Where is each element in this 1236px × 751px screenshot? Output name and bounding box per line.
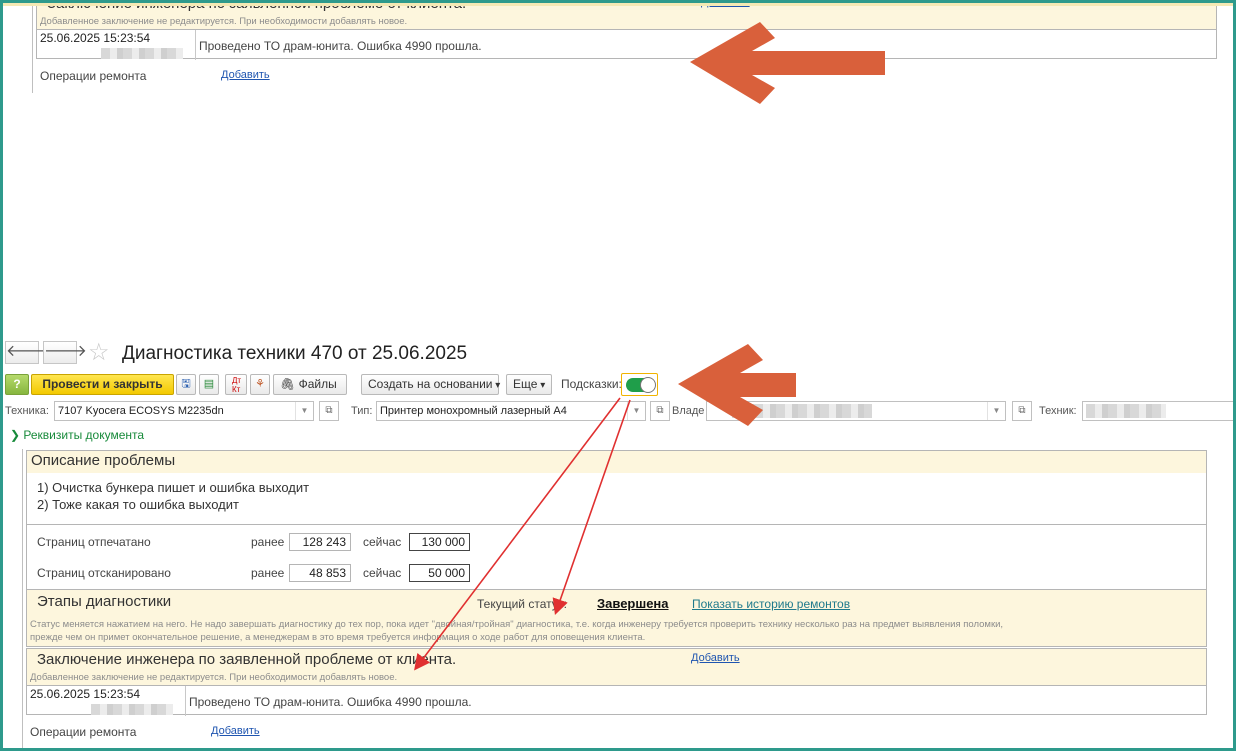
scanned-label: Страниц отсканировано — [37, 566, 171, 580]
printed-now-field[interactable]: 130 000 — [409, 533, 470, 551]
entry-divider — [185, 686, 186, 716]
problem-line-2: 2) Тоже какая то ошибка выходит — [37, 497, 239, 512]
status-hint-line-2: прежде чем он примет окончательное решен… — [30, 632, 646, 643]
redacted-author — [91, 704, 173, 715]
divider — [27, 524, 1206, 525]
open-tech-button[interactable]: ⧉ — [319, 401, 339, 421]
post-and-close-button[interactable]: Провести и закрыть — [31, 374, 174, 395]
back-button[interactable]: 🡐 — [5, 341, 49, 364]
arrow-right-icon: 🡒 — [44, 343, 87, 360]
more-button[interactable]: Еще — [506, 374, 552, 395]
favorite-star-icon[interactable]: ☆ — [88, 340, 110, 366]
status-hint-line-1: Статус меняется нажатием на него. Не над… — [30, 619, 1004, 630]
screenshot-hints-on: 🡐 🡒 ☆ Диагностика техники 470 от 25.06.2… — [0, 339, 1236, 751]
structure-button[interactable]: ⚘ — [250, 374, 270, 395]
operations-label: Операции ремонта — [40, 69, 147, 83]
printed-label: Страниц отпечатано — [37, 535, 151, 549]
type-label: Тип: — [351, 405, 373, 417]
post-doc-icon: ▤ — [203, 378, 215, 390]
conclusion-datetime: 25.06.2025 15:23:54 — [30, 687, 141, 701]
open-link-icon: ⧉ — [656, 405, 664, 416]
technician-label: Техник: — [1039, 405, 1077, 417]
chevron-down-icon[interactable]: ▼ — [987, 402, 1005, 420]
type-value: Принтер монохромный лазерный А4 — [380, 405, 567, 417]
requisites-label: Реквизиты документа — [23, 428, 145, 442]
tech-value: 7107 Kyocera ECOSYS M2235dn — [58, 405, 224, 417]
open-owner-button[interactable]: ⧉ — [1012, 401, 1032, 421]
form-rail — [32, 6, 33, 93]
problem-line-1: 1) Очистка бункера пишет и ошибка выходи… — [37, 480, 310, 495]
chevron-down-icon[interactable]: ▼ — [627, 402, 645, 420]
add-conclusion-link[interactable]: Добавить — [691, 652, 740, 664]
chevron-down-icon[interactable]: ▼ — [295, 402, 313, 420]
conclusion-hint: Добавленное заключение не редактируется.… — [30, 672, 398, 683]
add-operation-link[interactable]: Добавить — [221, 69, 270, 81]
save-button[interactable]: 🖫 — [176, 374, 196, 395]
conclusion-entry: 25.06.2025 15:23:54 Проведено ТО драм-юн… — [26, 685, 1207, 716]
requisites-expander[interactable]: ❯ Реквизиты документа — [10, 428, 144, 442]
scanned-before-field[interactable]: 48 853 — [289, 564, 351, 582]
tech-field[interactable]: 7107 Kyocera ECOSYS M2235dn ▼ — [54, 401, 314, 421]
post-button[interactable]: ▤ — [199, 374, 219, 395]
status-value-button[interactable]: Завершена — [597, 596, 669, 611]
problem-header: Описание проблемы — [27, 451, 1206, 473]
conclusion-hint: Добавленное заключение не редактируется.… — [40, 16, 408, 27]
conclusion-text: Проведено ТО драм-юнита. Ошибка 4990 про… — [189, 695, 472, 709]
toggle-knob — [640, 377, 656, 393]
create-based-on-button[interactable]: Создать на основании — [361, 374, 499, 395]
problem-box: Описание проблемы 1) Очистка бункера пиш… — [26, 450, 1207, 590]
hints-label: Подсказки: — [561, 377, 622, 391]
dt-icon-label: Дт — [232, 376, 242, 385]
structure-icon: ⚘ — [255, 378, 265, 390]
type-field[interactable]: Принтер монохромный лазерный А4 ▼ — [376, 401, 646, 421]
help-button[interactable]: ? — [5, 374, 29, 395]
scanned-before-label: ранее — [251, 566, 285, 580]
show-repair-history-link[interactable]: Показать историю ремонтов — [692, 597, 850, 611]
conclusion-datetime: 25.06.2025 15:23:54 — [40, 31, 151, 45]
owner-label: Владе — [672, 405, 705, 417]
conclusion-box: Заключение инженера по заявленной пробле… — [26, 648, 1207, 686]
open-type-button[interactable]: ⧉ — [650, 401, 670, 421]
ledger-entries-button[interactable]: Дт Кт — [225, 374, 247, 395]
files-label: Файлы — [298, 377, 337, 391]
operations-label: Операции ремонта — [30, 725, 137, 739]
conclusion-text: Проведено ТО драм-юнита. Ошибка 4990 про… — [199, 39, 482, 53]
scanned-now-label: сейчас — [363, 566, 402, 580]
printed-before-label: ранее — [251, 535, 285, 549]
add-conclusion-link[interactable]: Добавить — [701, 6, 750, 8]
form-rail — [22, 449, 23, 749]
scanned-now-field[interactable]: 50 000 — [409, 564, 470, 582]
add-operation-link[interactable]: Добавить — [211, 725, 260, 737]
save-icon: 🖫 — [181, 378, 191, 390]
conclusion-box: Заключение инженера по заявленной пробле… — [36, 6, 1217, 30]
printed-now-label: сейчас — [363, 535, 402, 549]
stages-box: Этапы диагностики Текущий статус: Заверш… — [26, 589, 1207, 647]
files-button[interactable]: 🖇 Файлы — [273, 374, 347, 395]
forward-button[interactable]: 🡒 — [43, 341, 87, 364]
redacted-author — [101, 48, 183, 59]
status-label: Текущий статус: — [477, 597, 567, 611]
conclusion-entry: 25.06.2025 15:23:54 Проведено ТО драм-юн… — [36, 29, 1217, 60]
tech-label: Техника: — [5, 405, 49, 417]
open-link-icon: ⧉ — [325, 405, 333, 416]
printed-before-field[interactable]: 128 243 — [289, 533, 351, 551]
open-link-icon: ⧉ — [1018, 405, 1026, 416]
redacted-technician — [1086, 404, 1166, 418]
chevron-right-icon: ❯ — [10, 428, 24, 442]
paperclip-icon: 🖇 — [280, 377, 299, 391]
screenshot-hints-off: 🡐 🡒 ☆ Диагностика техники 470 от 25.06.2… — [4, 6, 1232, 342]
entry-divider — [195, 30, 196, 60]
redacted-owner — [732, 404, 872, 418]
page-title: Диагностика техники 470 от 25.06.2025 — [122, 343, 468, 364]
hints-toggle[interactable] — [621, 373, 658, 396]
kt-icon-label: Кт — [232, 385, 241, 394]
